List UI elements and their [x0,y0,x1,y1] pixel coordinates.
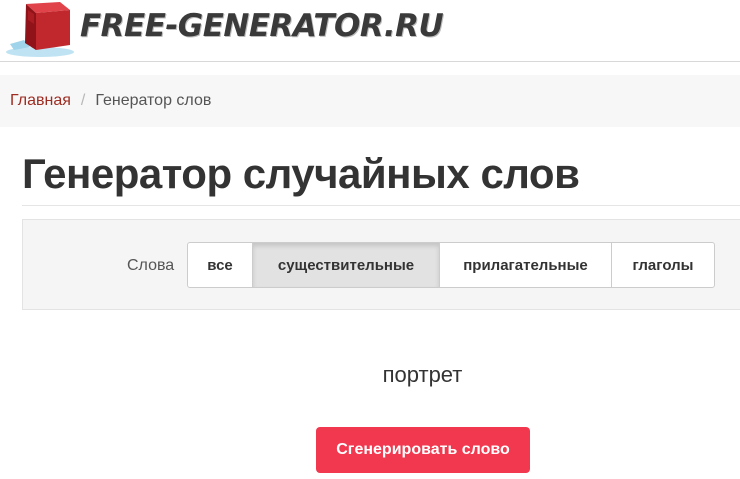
word-type-button-group: все существительные прилагательные глаго… [187,242,715,288]
filter-option-nouns[interactable]: существительные [252,243,439,287]
breadcrumb: Главная / Генератор слов [0,75,740,127]
title-divider [22,205,740,206]
filter-option-adjectives[interactable]: прилагательные [439,243,611,287]
generated-word: портрет [382,362,463,387]
breadcrumb-current: Генератор слов [95,92,212,109]
word-type-filter-panel: Слова все существительные прилагательные… [22,219,740,310]
breadcrumb-separator: / [80,92,86,109]
filter-label: Слова [127,257,175,274]
filter-option-all[interactable]: все [188,243,252,287]
generate-word-button[interactable]: Сгенерировать слово [316,427,530,473]
page-title: Генератор случайных слов [22,150,580,197]
red-cube-icon[interactable] [4,0,76,58]
filter-option-verbs[interactable]: глаголы [611,243,714,287]
site-logo-text[interactable]: FREE-GENERATOR.RU [80,8,444,44]
site-header: FREE-GENERATOR.RU [0,0,740,62]
breadcrumb-home-link[interactable]: Главная [10,92,71,110]
